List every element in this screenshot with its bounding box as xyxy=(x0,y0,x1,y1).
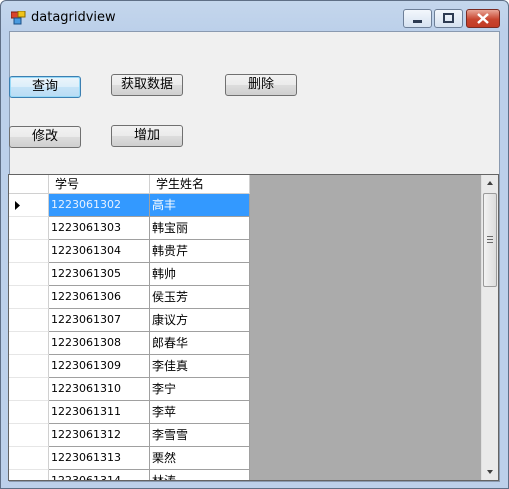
vertical-scrollbar[interactable] xyxy=(481,175,498,480)
row-header[interactable] xyxy=(9,263,49,286)
cell-student-name[interactable]: 韩贵芹 xyxy=(150,240,250,263)
cell-student-id[interactable]: 1223061310 xyxy=(49,378,150,401)
cell-student-name[interactable]: 李宁 xyxy=(150,378,250,401)
add-button[interactable]: 增加 xyxy=(111,125,183,147)
title-bar[interactable]: datagridview xyxy=(1,1,508,31)
cell-student-name[interactable]: 林涛 xyxy=(150,470,250,480)
window-title: datagridview xyxy=(31,10,116,25)
cell-student-id[interactable]: 1223061305 xyxy=(49,263,150,286)
scrollbar-thumb[interactable] xyxy=(483,193,497,287)
cell-student-name[interactable]: 高丰 xyxy=(150,194,250,217)
close-button[interactable] xyxy=(466,9,500,28)
grip-icon xyxy=(487,236,493,243)
scroll-down-arrow-icon[interactable] xyxy=(482,463,498,480)
column-header-student-id[interactable]: 学号 xyxy=(49,175,150,194)
cell-student-name[interactable]: 李佳真 xyxy=(150,355,250,378)
maximize-button[interactable] xyxy=(434,9,463,28)
cell-student-name[interactable]: 侯玉芳 xyxy=(150,286,250,309)
fetch-data-button[interactable]: 获取数据 xyxy=(111,74,183,96)
current-row-arrow-icon xyxy=(15,201,20,210)
row-header[interactable] xyxy=(9,447,49,470)
cell-student-id[interactable]: 1223061309 xyxy=(49,355,150,378)
cell-student-name[interactable]: 郎春华 xyxy=(150,332,250,355)
cell-student-id[interactable]: 1223061313 xyxy=(49,447,150,470)
minimize-button[interactable] xyxy=(403,9,432,28)
cell-student-name[interactable]: 李苹 xyxy=(150,401,250,424)
app-icon xyxy=(11,11,26,25)
row-header[interactable] xyxy=(9,470,49,480)
cell-student-name[interactable]: 李雪雪 xyxy=(150,424,250,447)
scroll-up-arrow-icon[interactable] xyxy=(482,175,498,192)
row-header[interactable] xyxy=(9,240,49,263)
cell-student-id[interactable]: 1223061314 xyxy=(49,470,150,480)
maximize-icon xyxy=(443,13,454,23)
row-header[interactable] xyxy=(9,309,49,332)
delete-button[interactable]: 删除 xyxy=(225,74,297,96)
minimize-icon xyxy=(413,20,422,23)
cell-student-id[interactable]: 1223061303 xyxy=(49,217,150,240)
row-header[interactable] xyxy=(9,424,49,447)
query-button[interactable]: 查询 xyxy=(9,76,81,98)
cell-student-name[interactable]: 韩宝丽 xyxy=(150,217,250,240)
row-header[interactable] xyxy=(9,332,49,355)
data-grid[interactable]: 学号 学生姓名 1223061302 高丰 1223061303 韩宝丽 1223061… xyxy=(8,174,499,481)
close-icon xyxy=(477,13,489,24)
row-header-corner[interactable] xyxy=(9,175,49,194)
cell-student-id[interactable]: 1223061308 xyxy=(49,332,150,355)
cell-student-id[interactable]: 1223061307 xyxy=(49,309,150,332)
row-header[interactable] xyxy=(9,286,49,309)
row-header[interactable] xyxy=(9,194,49,217)
row-header[interactable] xyxy=(9,378,49,401)
row-header[interactable] xyxy=(9,401,49,424)
cell-student-id[interactable]: 1223061311 xyxy=(49,401,150,424)
cell-student-id[interactable]: 1223061312 xyxy=(49,424,150,447)
row-header[interactable] xyxy=(9,355,49,378)
cell-student-id[interactable]: 1223061304 xyxy=(49,240,150,263)
column-header-student-name[interactable]: 学生姓名 xyxy=(150,175,250,194)
cell-student-id[interactable]: 1223061306 xyxy=(49,286,150,309)
cell-student-name[interactable]: 栗然 xyxy=(150,447,250,470)
edit-button[interactable]: 修改 xyxy=(9,126,81,148)
row-header[interactable] xyxy=(9,217,49,240)
cell-student-name[interactable]: 韩帅 xyxy=(150,263,250,286)
cell-student-id[interactable]: 1223061302 xyxy=(49,194,150,217)
cell-student-name[interactable]: 康议方 xyxy=(150,309,250,332)
